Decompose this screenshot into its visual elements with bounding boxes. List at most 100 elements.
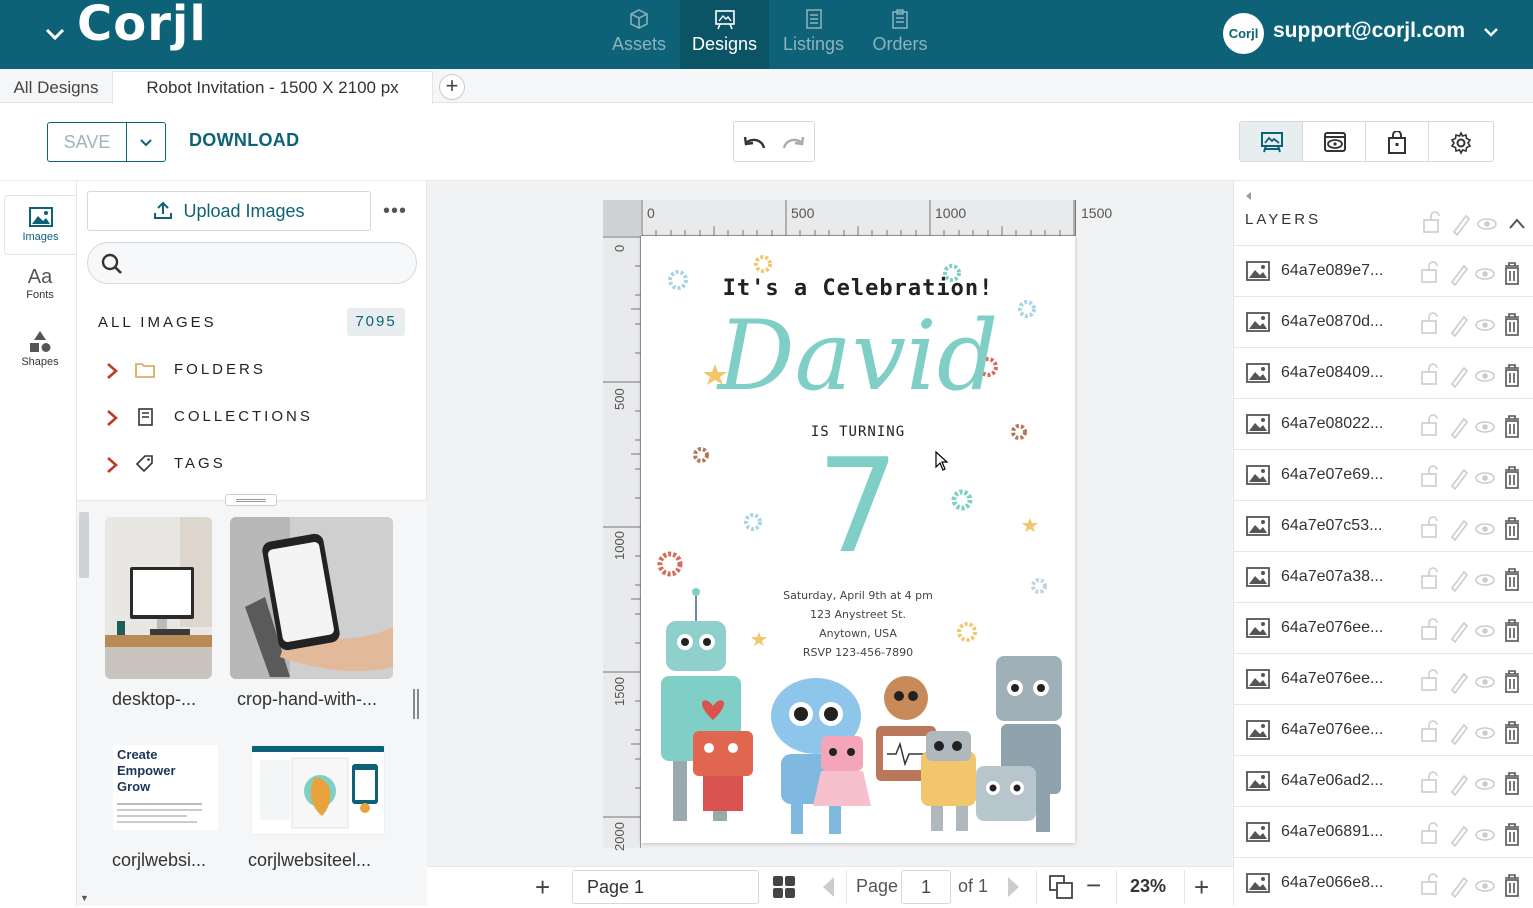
resize-handle-icon[interactable] [413,689,419,719]
layer-actions[interactable] [1420,260,1522,286]
layer-actions[interactable] [1420,668,1522,694]
next-page-icon[interactable] [1004,875,1022,899]
layer-row[interactable]: 64a7e089e7... [1234,245,1533,296]
download-button[interactable]: DOWNLOAD [189,130,299,151]
tree-item-folders[interactable]: FOLDERS [104,358,404,384]
invitation-name[interactable]: David [641,296,1075,416]
shopping-bag-icon [1388,131,1406,154]
layer-row[interactable]: 64a7e076ee... [1234,704,1533,755]
invitation-details[interactable]: Saturday, April 9th at 4 pm 123 Anystree… [641,586,1075,662]
layer-row[interactable]: 64a7e08022... [1234,398,1533,449]
layer-row[interactable]: 64a7e06891... [1234,806,1533,857]
design-view-button[interactable] [1240,122,1303,161]
layer-row[interactable]: 64a7e07a38... [1234,551,1533,602]
search-input[interactable] [87,242,417,284]
nav-tab-label: Listings [782,34,845,54]
design-page[interactable]: It's a Celebration! David IS TURNING 7 S… [641,236,1075,843]
save-options-button[interactable] [126,122,166,162]
layer-row[interactable]: 64a7e08409... [1234,347,1533,398]
account-avatar[interactable]: Corjl [1223,13,1264,54]
layers-header-actions[interactable] [1422,210,1532,236]
layer-row[interactable]: 64a7e076ee... [1234,653,1533,704]
layer-actions[interactable] [1420,464,1522,490]
sidebar-item-shapes[interactable]: Shapes [4,322,76,382]
collapse-panel-icon[interactable] [1244,191,1254,201]
chevron-right-icon [107,457,118,473]
ruler-label: 0 [612,244,627,252]
sidebar-item-fonts[interactable]: Aa Fonts [4,260,76,320]
layer-actions[interactable] [1420,770,1522,796]
chevron-right-icon [107,363,118,379]
layer-actions[interactable] [1420,515,1522,541]
preview-button[interactable] [1303,122,1366,161]
tab-current-design[interactable]: Robot Invitation - 1500 X 2100 px [112,71,433,104]
ruler-label: 2000 [612,822,627,851]
redo-icon[interactable] [778,130,808,154]
more-options-button[interactable]: ••• [383,200,407,223]
mouse-cursor-icon [935,450,949,471]
ruler-label: 1500 [612,677,627,706]
image-icon [1246,465,1270,485]
zoom-out-button[interactable]: − [1086,870,1101,901]
nav-tab-listings[interactable]: Listings [771,0,856,69]
tree-item-label: COLLECTIONS [174,408,313,425]
nav-tab-assets[interactable]: Assets [598,0,680,69]
zoom-level[interactable]: 23% [1130,876,1166,897]
all-images-label[interactable]: ALL IMAGES [98,314,217,331]
page-name-field[interactable]: Page 1 [572,870,759,904]
undo-icon[interactable] [740,130,770,154]
layer-actions[interactable] [1420,821,1522,847]
ruler-label: 1000 [612,531,627,560]
scroll-down-arrow-icon[interactable]: ▼ [80,893,89,903]
previous-page-icon[interactable] [820,875,838,899]
corjl-logo[interactable]: Corjl [77,0,207,52]
sidebar-item-images[interactable]: Images [4,195,76,255]
scrollbar-thumb[interactable] [79,512,89,578]
layer-actions[interactable] [1420,413,1522,439]
chevron-down-icon[interactable] [42,20,68,46]
layer-actions[interactable] [1420,362,1522,388]
thumb-inner-text: Create Empower Grow [117,747,176,794]
fit-to-screen-icon[interactable] [1048,874,1074,900]
image-icon [1246,414,1270,434]
save-button[interactable]: SAVE [47,122,127,162]
nav-tab-orders[interactable]: Orders [860,0,940,69]
invitation-detail-line: Anytown, USA [819,627,897,640]
image-thumb-corjl-website[interactable]: Create Empower Grow [113,745,218,830]
grid-view-icon[interactable] [771,874,797,900]
layer-actions[interactable] [1420,719,1522,745]
product-button[interactable] [1366,122,1429,161]
layer-row[interactable]: 64a7e06ad2... [1234,755,1533,806]
layer-actions[interactable] [1420,872,1522,898]
image-thumb-label: corjlwebsiteel... [248,850,372,870]
layer-name: 64a7e066e8... [1281,874,1384,891]
panel-resize-handle[interactable] [225,494,277,506]
layer-actions[interactable] [1420,311,1522,337]
layer-row[interactable]: 64a7e07c53... [1234,500,1533,551]
zoom-in-button[interactable]: + [1194,872,1209,903]
layer-actions[interactable] [1420,617,1522,643]
nav-tab-designs[interactable]: Designs [680,0,769,69]
layer-name: 64a7e06891... [1281,823,1384,840]
tree-item-collections[interactable]: COLLECTIONS [104,405,404,431]
page-number-input[interactable]: 1 [901,870,951,904]
layer-actions[interactable] [1420,566,1522,592]
add-page-button[interactable]: + [535,872,550,903]
image-thumb-hand-phone[interactable] [230,517,393,679]
account-email[interactable]: support@corjl.com [1273,19,1465,43]
invitation-age[interactable]: 7 [641,436,1075,576]
layer-row[interactable]: 64a7e066e8... [1234,857,1533,908]
tab-all-designs[interactable]: All Designs [0,69,112,103]
upload-images-button[interactable]: Upload Images [87,191,371,231]
layer-row[interactable]: 64a7e076ee... [1234,602,1533,653]
settings-button[interactable] [1429,122,1492,161]
layer-row[interactable]: 64a7e0870d... [1234,296,1533,347]
tree-item-tags[interactable]: TAGS [104,452,404,478]
chevron-down-icon[interactable] [1481,22,1501,42]
design-icon [714,10,735,30]
image-thumb-corjl-website-element[interactable] [251,745,385,835]
cube-icon [630,9,648,29]
image-thumb-desktop[interactable] [105,517,212,679]
add-tab-button[interactable]: + [439,74,465,100]
layer-row[interactable]: 64a7e07e69... [1234,449,1533,500]
